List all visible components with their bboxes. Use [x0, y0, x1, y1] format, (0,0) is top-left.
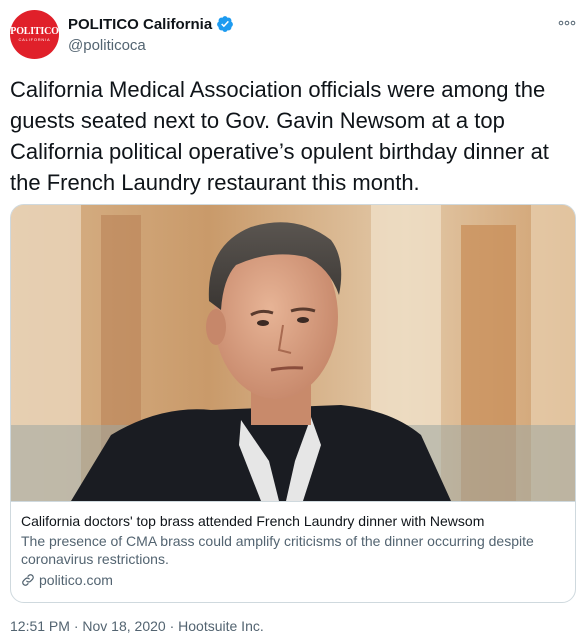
meta-separator: ·: [69, 618, 83, 634]
link-icon: [21, 573, 35, 587]
more-options-icon[interactable]: [556, 12, 578, 34]
card-domain[interactable]: politico.com: [21, 571, 565, 589]
tweet-date[interactable]: Nov 18, 2020: [82, 618, 165, 634]
avatar-logo-sub: CALIFORNIA: [18, 36, 51, 42]
avatar[interactable]: POLITICO CALIFORNIA: [10, 10, 59, 59]
tweet-header: POLITICO CALIFORNIA POLITICO California …: [10, 10, 578, 62]
avatar-logo: POLITICO: [10, 25, 59, 37]
tweet-meta: 12:51 PM · Nov 18, 2020 · Hootsuite Inc.: [10, 618, 264, 634]
card-title[interactable]: California doctors' top brass attended F…: [21, 512, 565, 530]
link-card[interactable]: California doctors' top brass attended F…: [10, 204, 576, 603]
verified-badge-icon: [216, 15, 234, 33]
account-handle[interactable]: @politicoca: [68, 37, 234, 54]
tweet-time[interactable]: 12:51 PM: [10, 618, 70, 634]
meta-separator: ·: [165, 618, 179, 634]
account-names: POLITICO California @politicoca: [68, 14, 234, 54]
card-description: The presence of CMA brass could amplify …: [21, 533, 534, 567]
display-name[interactable]: POLITICO California: [68, 16, 212, 33]
tweet-text: California Medical Association officials…: [10, 77, 549, 195]
card-image[interactable]: [11, 205, 575, 501]
card-body[interactable]: California doctors' top brass attended F…: [11, 501, 575, 589]
card-domain-text[interactable]: politico.com: [39, 571, 113, 589]
tweet-source[interactable]: Hootsuite Inc.: [178, 618, 264, 634]
